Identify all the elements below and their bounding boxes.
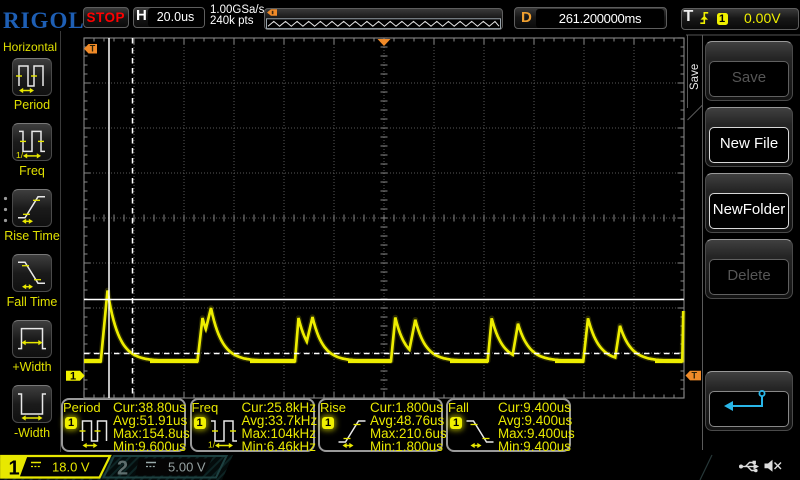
svg-text:18.0 V: 18.0 V: [52, 460, 90, 475]
svg-text:1: 1: [70, 371, 76, 383]
svg-text:1: 1: [9, 458, 20, 480]
svg-text:5.00 V: 5.00 V: [168, 460, 206, 475]
svg-text:2: 2: [117, 458, 128, 480]
svg-text:1/: 1/: [208, 440, 216, 450]
svg-text:T: T: [692, 371, 698, 381]
svg-text:1/: 1/: [16, 150, 24, 160]
svg-text:T: T: [90, 44, 96, 54]
